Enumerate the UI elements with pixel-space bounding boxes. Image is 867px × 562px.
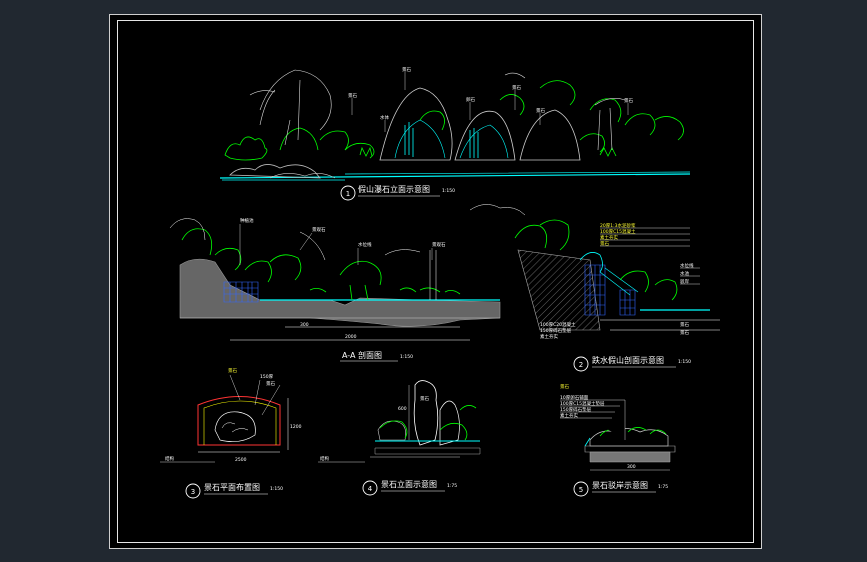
rock-dim-1: 600 [398, 406, 407, 412]
s2-label-10: 素土夯实 [540, 333, 558, 340]
plan-label-2: 150厚 [260, 374, 274, 380]
s2-label-7: 驳岸 [680, 278, 689, 285]
s2-label-8: 100厚C20混凝土 [540, 321, 576, 328]
aa-label-4: 景观石 [432, 242, 446, 248]
s2-label-2: 100厚C15混凝土 [600, 228, 636, 235]
elev-label-6: 景石 [536, 108, 545, 114]
section-drawing-2: 20厚1:3水泥砂浆 100厚C15混凝土 素土夯实 景石 水位线 水池 驳岸 … [469, 204, 720, 372]
plan-label-1: 景石 [228, 368, 237, 374]
elev-label-7: 景石 [624, 98, 633, 104]
title-5-number: 5 [579, 486, 583, 494]
elevation-drawing-1: 景石 景石 水体 卵石 景石 景石 景石 1 假山瀑石立面示意图 1:150 [219, 67, 691, 201]
title-3-text: 景石平面布置图 [204, 482, 260, 492]
aa-dim-2: 2000 [345, 334, 357, 340]
title-4-scale: 1:75 [447, 483, 457, 489]
title-2-scale: 1:150 [678, 359, 691, 365]
elev-label-2: 景石 [348, 93, 357, 99]
aa-label-1: 种植池 [240, 217, 254, 224]
title-5-scale: 1:75 [658, 484, 668, 490]
title-5-text: 景石驳岸示意图 [592, 480, 648, 490]
s2-label-6: 水池 [680, 270, 689, 277]
s2-label-12: 景石 [680, 330, 689, 336]
edge-label-5: 素土夯实 [560, 412, 578, 419]
edge-detail-drawing-5: 景石 10厚卵石铺面 100厚C15混凝土垫层 150厚碎石垫层 素土夯实 30… [560, 384, 676, 497]
plan-label-4: 结构 [165, 455, 174, 462]
cad-drawing-svg: 景石 景石 水体 卵石 景石 景石 景石 1 假山瀑石立面示意图 1:150 3… [160, 67, 720, 499]
rock-elevation-drawing-4: 结构 600 景石 4 景石立面示意图 1:75 [318, 380, 481, 496]
plan-label-3: 景石 [266, 381, 275, 387]
cad-drawing-canvas: 景石 景石 水体 卵石 景石 景石 景石 1 假山瀑石立面示意图 1:150 3… [0, 0, 867, 562]
rock-label-1: 结构 [320, 455, 329, 462]
aa-title-scale: 1:150 [400, 354, 413, 360]
plan-dim-1: 2500 [235, 457, 247, 463]
title-1-scale: 1:150 [442, 188, 455, 194]
title-3-number: 3 [191, 488, 195, 496]
s2-label-4: 景石 [600, 241, 609, 247]
s2-label-3: 素土夯实 [600, 234, 618, 241]
section-drawing-aa: 300 2000 种植池 景观石 水位线 景观石 A-A 剖面图 1:150 [169, 217, 501, 362]
edge-label-3: 100厚C15混凝土垫层 [560, 400, 605, 407]
s2-label-9: 150厚碎石垫层 [540, 327, 572, 334]
plan-drawing-3: 景石 150厚 景石 结构 2500 1200 3 景石平面布置图 1:150 [160, 368, 302, 499]
edge-dim-1: 300 [627, 464, 636, 470]
edge-label-4: 150厚碎石垫层 [560, 406, 592, 413]
s2-label-11: 景石 [680, 322, 689, 328]
elev-label-3: 水体 [380, 114, 389, 121]
title-4-text: 景石立面示意图 [381, 479, 437, 489]
title-1-text: 假山瀑石立面示意图 [358, 184, 430, 194]
elev-label-5: 景石 [512, 85, 521, 91]
s2-label-1: 20厚1:3水泥砂浆 [600, 222, 636, 229]
elev-label-4: 卵石 [466, 96, 475, 103]
title-4-number: 4 [368, 485, 373, 493]
aa-title: A-A 剖面图 [342, 350, 382, 360]
title-2-number: 2 [579, 361, 583, 369]
edge-label-2: 10厚卵石铺面 [560, 394, 589, 401]
title-3-scale: 1:150 [270, 486, 283, 492]
aa-label-2: 景观石 [312, 227, 326, 233]
edge-label-1: 景石 [560, 384, 569, 390]
rock-label-2: 景石 [420, 396, 429, 402]
title-1-number: 1 [346, 190, 350, 198]
elev-label-1: 景石 [402, 67, 411, 73]
s2-label-5: 水位线 [680, 262, 694, 269]
aa-label-3: 水位线 [358, 241, 372, 248]
title-2-text: 跌水假山剖面示意图 [592, 355, 664, 365]
plan-dim-2: 1200 [290, 424, 302, 430]
aa-dim-1: 300 [300, 322, 309, 328]
